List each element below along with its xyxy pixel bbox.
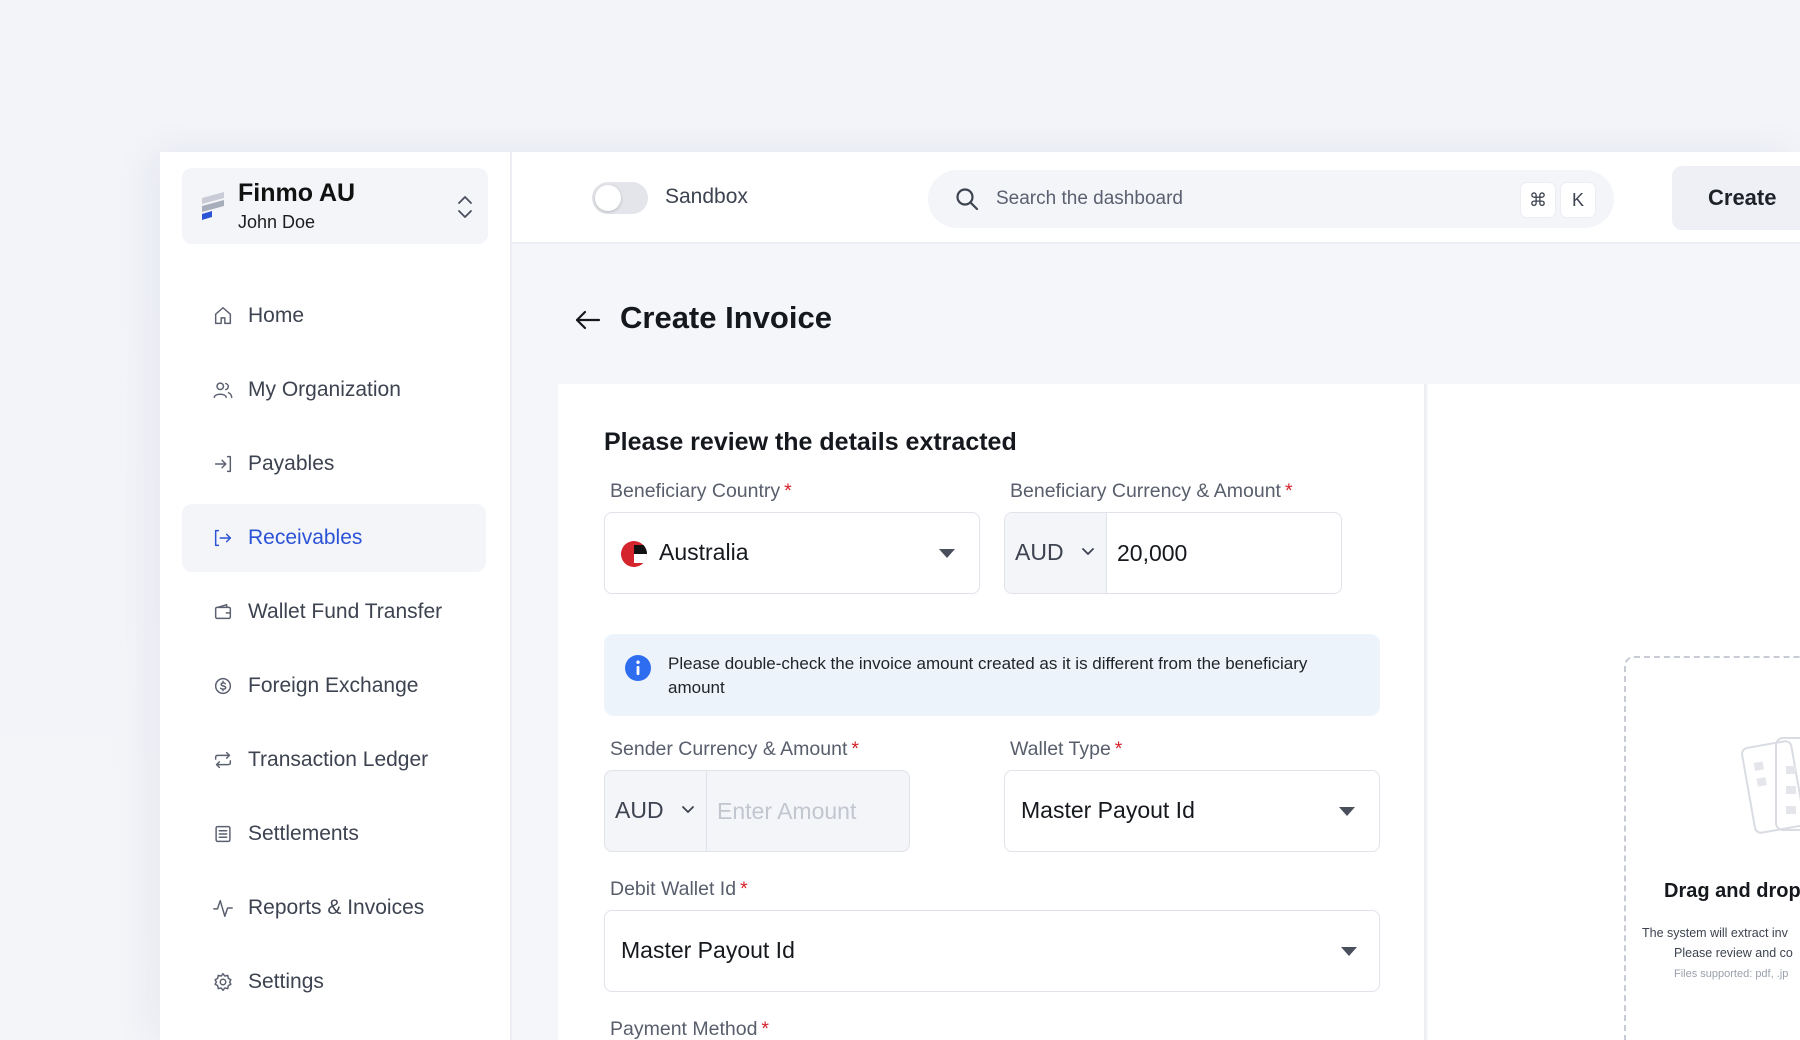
australia-flag-icon <box>621 541 647 567</box>
finmo-logo-icon <box>202 192 224 220</box>
wallet-type-select[interactable]: Master Payout Id <box>1004 770 1380 852</box>
search-input[interactable] <box>996 180 1496 218</box>
beneficiary-amount-label: Beneficiary Currency & Amount * <box>1010 480 1293 502</box>
chevron-down-icon <box>682 806 694 813</box>
sidebar-nav: Home My Organization Payables Receivable… <box>182 282 486 1022</box>
wallet-icon <box>212 601 234 623</box>
invoice-form: Please review the details extracted Bene… <box>558 384 1426 1040</box>
sidebar-item-settings[interactable]: Settings <box>182 948 486 1016</box>
sender-currency-select[interactable]: AUD <box>605 771 707 851</box>
drop-zone-title: Drag and drop <box>1664 880 1800 902</box>
sidebar-item-label: Receivables <box>248 526 363 549</box>
chevron-up-down-icon <box>458 196 472 218</box>
sidebar-item-label: Home <box>248 304 305 327</box>
sandbox-label: Sandbox <box>665 185 748 208</box>
drop-zone-description: Please review and co <box>1674 946 1793 960</box>
sidebar-item-payables[interactable]: Payables <box>182 430 486 498</box>
sidebar-item-reports-invoices[interactable]: Reports & Invoices <box>182 874 486 942</box>
beneficiary-amount-field: AUD <box>1004 512 1342 594</box>
sidebar-item-label: Reports & Invoices <box>248 896 425 919</box>
exchange-icon <box>212 675 234 697</box>
sidebar-item-label: Payables <box>248 452 335 475</box>
sender-amount-input[interactable] <box>717 793 897 829</box>
sidebar-item-label: Settings <box>248 970 324 993</box>
org-switcher[interactable]: Finmo AU John Doe <box>182 168 488 244</box>
caret-down-icon <box>939 549 955 558</box>
repeat-icon <box>212 749 234 771</box>
debit-wallet-label: Debit Wallet Id * <box>610 878 748 900</box>
sidebar-item-home[interactable]: Home <box>182 282 486 350</box>
sidebar-item-label: Foreign Exchange <box>248 674 419 697</box>
gear-icon <box>212 971 234 993</box>
sidebar-item-receivables[interactable]: Receivables <box>182 504 486 572</box>
sidebar-item-label: Settlements <box>248 822 359 845</box>
sidebar-item-settlements[interactable]: Settlements <box>182 800 486 868</box>
beneficiary-currency-code: AUD <box>1015 539 1064 565</box>
beneficiary-amount-input[interactable] <box>1117 535 1297 571</box>
info-message: Please double-check the invoice amount c… <box>668 654 1308 697</box>
org-name: Finmo AU <box>238 179 356 207</box>
org-user: John Doe <box>238 212 316 232</box>
page-title: Create Invoice <box>620 300 832 335</box>
beneficiary-currency-select[interactable]: AUD <box>1005 513 1107 593</box>
beneficiary-country-label: Beneficiary Country * <box>610 480 792 502</box>
k-key-badge: K <box>1560 182 1596 218</box>
supported-files-note: Files supported: pdf, .jp <box>1674 968 1789 980</box>
toggle-knob <box>595 185 621 211</box>
sender-currency-code: AUD <box>615 797 664 823</box>
info-icon <box>625 655 651 681</box>
sidebar-item-label: Wallet Fund Transfer <box>248 600 443 623</box>
file-drop-zone[interactable]: Drag and drop The system will extract in… <box>1624 656 1800 1040</box>
chevron-down-icon <box>1082 548 1094 555</box>
wallet-type-value: Master Payout Id <box>1021 797 1195 823</box>
sidebar-item-label: My Organization <box>248 378 401 401</box>
section-title: Please review the details extracted <box>604 428 1017 456</box>
wallet-type-label: Wallet Type * <box>1010 738 1123 760</box>
back-arrow-icon[interactable] <box>572 304 604 336</box>
sidebar-item-wallet-fund-transfer[interactable]: Wallet Fund Transfer <box>182 578 486 646</box>
search-icon <box>956 188 979 211</box>
sandbox-toggle[interactable] <box>592 182 648 214</box>
command-key-badge: ⌘ <box>1520 182 1556 218</box>
debit-wallet-select[interactable]: Master Payout Id <box>604 910 1380 992</box>
sidebar-item-foreign-exchange[interactable]: Foreign Exchange <box>182 652 486 720</box>
beneficiary-country-select[interactable]: Australia <box>604 512 980 594</box>
caret-down-icon <box>1341 947 1357 956</box>
upload-panel: Drag and drop The system will extract in… <box>1428 384 1800 1040</box>
info-banner: Please double-check the invoice amount c… <box>604 634 1380 716</box>
sidebar-item-my-organization[interactable]: My Organization <box>182 356 486 424</box>
debit-wallet-value: Master Payout Id <box>621 937 795 963</box>
create-button[interactable]: Create <box>1672 166 1800 230</box>
sidebar-item-label: Transaction Ledger <box>248 748 429 771</box>
topbar: Sandbox ⌘ K Create <box>512 152 1800 244</box>
sign-out-icon <box>212 527 234 549</box>
app-window: Finmo AU John Doe Home My Organization P… <box>160 152 1800 1040</box>
activity-icon <box>212 897 234 919</box>
create-button-label: Create <box>1708 185 1777 210</box>
search-bar[interactable]: ⌘ K <box>928 170 1614 228</box>
home-icon <box>212 305 234 327</box>
list-icon <box>212 823 234 845</box>
beneficiary-country-value: Australia <box>659 539 749 565</box>
main-content: Create Invoice Please review the details… <box>512 244 1800 1040</box>
sign-in-icon <box>212 453 234 475</box>
caret-down-icon <box>1339 807 1355 816</box>
drop-zone-description: The system will extract inv <box>1642 926 1788 940</box>
sender-amount-label: Sender Currency & Amount * <box>610 738 859 760</box>
document-stack-icon <box>1741 737 1800 834</box>
payment-method-label: Payment Method * <box>610 1018 770 1040</box>
sidebar-item-transaction-ledger[interactable]: Transaction Ledger <box>182 726 486 794</box>
users-icon <box>212 379 234 401</box>
sidebar: Finmo AU John Doe Home My Organization P… <box>160 152 512 1040</box>
sender-amount-field: AUD <box>604 770 910 852</box>
